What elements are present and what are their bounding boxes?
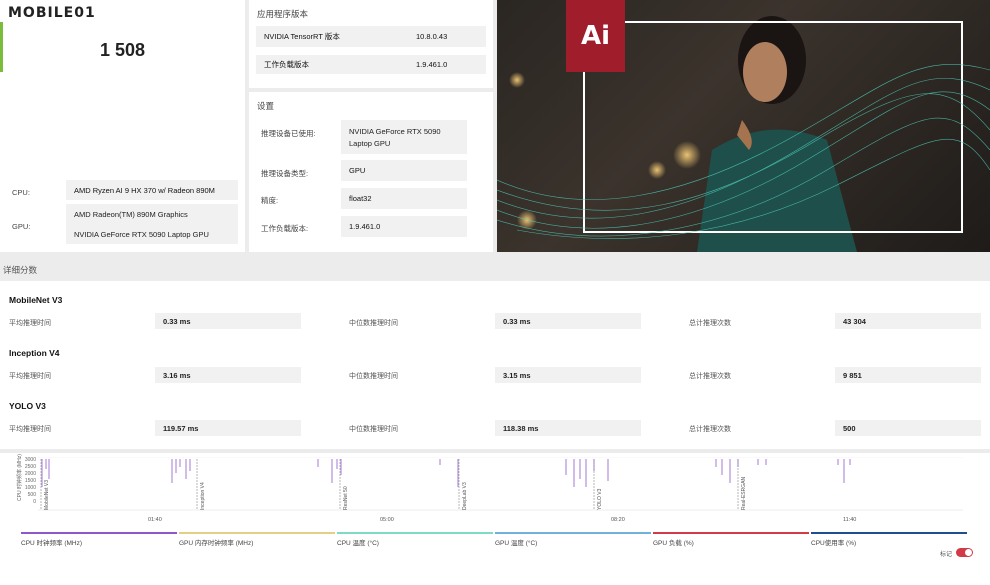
legend-swatch-cpu-clock: [21, 532, 177, 534]
settings-device-label: 推理设备已使用:: [261, 129, 316, 138]
legend-cpu-clock[interactable]: CPU 时钟频率 (MHz): [21, 537, 82, 547]
median-value-yolo: 118.38 ms: [495, 420, 641, 436]
total-label-inception: 总计推理次数: [689, 373, 731, 380]
cpu-value: AMD Ryzen AI 9 HX 370 w/ Radeon 890M: [66, 180, 238, 200]
settings-type-label: 推理设备类型:: [261, 169, 309, 178]
tensorrt-value: 10.8.0.43: [416, 32, 448, 41]
median-value-mobilenet: 0.33 ms: [495, 313, 641, 329]
legend-swatch-gpu-mem-clock: [179, 532, 335, 534]
marker-label-mobilenet: MobileNet V3: [44, 479, 50, 510]
median-label-mobilenet: 中位数推理时间: [349, 320, 398, 327]
ai-badge: Ai: [566, 0, 625, 72]
app-version-title: 应用程序版本: [257, 9, 309, 19]
settings-workload-value: 1.9.461.0: [341, 216, 467, 237]
y-tick: 2000: [24, 471, 36, 477]
y-tick: 500: [27, 492, 36, 498]
hero-image: Ai: [497, 0, 990, 252]
score-card: MOBILE01 1 508 CPU: AMD Ryzen AI 9 HX 37…: [0, 0, 245, 252]
legend-gpu-temp[interactable]: GPU 温度 (°C): [495, 537, 537, 547]
settings-type-value: GPU: [341, 160, 467, 181]
monitor-y-ticks: 3000 2500 2000 1500 1000 500 0: [22, 457, 36, 506]
marker-label-inception: Inception V4: [200, 482, 206, 510]
settings-precision-value: float32: [341, 188, 467, 209]
cpu-label: CPU:: [12, 188, 30, 197]
legend-gpu-mem-clock[interactable]: GPU 内存时钟频率 (MHz): [179, 537, 253, 547]
settings-device-text: NVIDIA GeForce RTX 5090 Laptop GPU: [349, 127, 441, 148]
gpu-label: GPU:: [12, 222, 31, 231]
settings-title: 设置: [257, 101, 275, 111]
legend-swatch-gpu-load: [653, 532, 809, 534]
monitor-card: CPU 时钟频率 (MHz) 3000 2500 2000 1500 1000 …: [0, 453, 990, 585]
bench-name-inception: Inception V4: [9, 348, 60, 358]
y-tick: 2500: [24, 464, 36, 470]
monitor-plot: [38, 457, 963, 511]
x-tick: 08:20: [611, 517, 625, 523]
legend-cpu-usage[interactable]: CPU使用率 (%): [811, 537, 856, 547]
logo-text: MOBILE01: [8, 5, 96, 21]
settings-card: 设置 推理设备已使用: NVIDIA GeForce RTX 5090 Lapt…: [249, 92, 493, 252]
x-tick: 01:40: [148, 517, 162, 523]
y-tick: 0: [33, 499, 36, 505]
score-value: 1 508: [100, 40, 146, 60]
gpu-value-2: NVIDIA GeForce RTX 5090 Laptop GPU: [74, 230, 209, 239]
y-tick: 3000: [24, 457, 36, 463]
legend-swatch-cpu-temp: [337, 532, 493, 534]
total-label-mobilenet: 总计推理次数: [689, 320, 731, 327]
detail-title: 详细分数: [3, 265, 38, 275]
marker-label-esrgan: Real-ESRGAN: [741, 476, 747, 510]
avg-value-inception: 3.16 ms: [155, 367, 301, 383]
avg-value-mobilenet: 0.33 ms: [155, 313, 301, 329]
gpu-value-box: AMD Radeon(TM) 890M Graphics NVIDIA GeFo…: [66, 204, 238, 244]
marker-label-yolo: YOLO V3: [597, 488, 603, 510]
x-tick: 11:40: [843, 517, 857, 523]
y-tick: 1500: [24, 478, 36, 484]
marker-label-resnet: ResNet 50: [343, 486, 349, 510]
median-label-yolo: 中位数推理时间: [349, 426, 398, 433]
gpu-value-1: AMD Radeon(TM) 890M Graphics: [74, 210, 188, 219]
logo: MOBILE01: [8, 5, 96, 21]
avg-value-yolo: 119.57 ms: [155, 420, 301, 436]
ai-badge-text: Ai: [580, 21, 611, 51]
marker-toggle-knob: [965, 549, 972, 556]
median-label-inception: 中位数推理时间: [349, 373, 398, 380]
settings-device-value: NVIDIA GeForce RTX 5090 Laptop GPU: [341, 120, 467, 154]
total-label-yolo: 总计推理次数: [689, 426, 731, 433]
marker-toggle[interactable]: [956, 548, 973, 557]
legend-cpu-temp[interactable]: CPU 温度 (°C): [337, 537, 379, 547]
total-value-inception: 9 851: [835, 367, 981, 383]
marker-label-deeplab: DeepLab V3: [462, 482, 468, 510]
y-tick: 1000: [24, 485, 36, 491]
avg-label-inception: 平均推理时间: [9, 373, 51, 380]
legend-swatch-cpu-usage: [811, 532, 967, 534]
total-value-mobilenet: 43 304: [835, 313, 981, 329]
x-tick: 05:00: [380, 517, 394, 523]
settings-workload-label: 工作负载版本:: [261, 224, 309, 233]
legend-gpu-load[interactable]: GPU 负载 (%): [653, 537, 694, 547]
detail-card: MobileNet V3 平均推理时间 0.33 ms 中位数推理时间 0.33…: [0, 281, 990, 449]
tensorrt-label: NVIDIA TensorRT 版本: [264, 32, 340, 41]
workload-value: 1.9.461.0: [416, 60, 448, 69]
total-value-yolo: 500: [835, 420, 981, 436]
app-version-card: 应用程序版本 NVIDIA TensorRT 版本 10.8.0.43 工作负载…: [249, 0, 493, 88]
legend-swatch-gpu-temp: [495, 532, 651, 534]
avg-label-yolo: 平均推理时间: [9, 426, 51, 433]
workload-version-row: 工作负载版本 1.9.461.0: [256, 55, 486, 74]
bench-name-mobilenet: MobileNet V3: [9, 295, 63, 305]
tensorrt-version-row: NVIDIA TensorRT 版本 10.8.0.43: [256, 26, 486, 47]
settings-precision-label: 精度:: [261, 196, 279, 205]
workload-label: 工作负载版本: [264, 60, 309, 69]
score-accent-bar: [0, 22, 3, 72]
bench-name-yolo: YOLO V3: [9, 401, 46, 411]
median-value-inception: 3.15 ms: [495, 367, 641, 383]
avg-label-mobilenet: 平均推理时间: [9, 320, 51, 327]
marker-toggle-label: 标记: [940, 552, 953, 558]
